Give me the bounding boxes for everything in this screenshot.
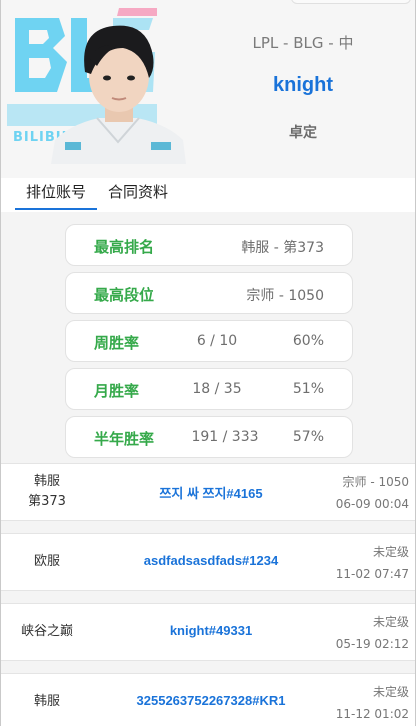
account-id-link[interactable]: asdfadsasdfads#1234	[93, 553, 329, 568]
account-server-name: 欧服	[33, 554, 60, 569]
account-tier: 未定级	[372, 545, 409, 559]
account-id-link[interactable]: 쯔지 싸 쯔지#4165	[93, 483, 329, 502]
stat-percent: 57%	[292, 429, 324, 445]
stat-record: 18 / 35	[192, 381, 242, 397]
player-info: LPL - BLG - 中 knight 卓定	[191, 0, 415, 178]
account-time: 05-19 02:12	[335, 637, 409, 651]
player-photo	[51, 25, 186, 164]
account-meta: 未定级 11-02 07:47	[319, 541, 409, 585]
account-server: 韩服	[1, 692, 93, 712]
tab-ranked-accounts[interactable]: 排位账号	[15, 178, 97, 210]
account-server-name: 峡谷之巅	[20, 624, 73, 639]
stat-card-highest-tier: 最高段位 宗师 - 1050	[65, 272, 353, 314]
account-tier: 宗师 - 1050	[342, 475, 410, 489]
stat-value: 宗师 - 1050	[246, 288, 324, 304]
stat-card-weekly-winrate: 周胜率 6 / 10 60%	[65, 320, 353, 362]
account-id-link[interactable]: 3255263752267328#KR1	[93, 693, 329, 708]
account-server-name: 韩服	[33, 694, 60, 709]
player-rank-status: 卓定	[289, 125, 317, 141]
account-server-rank: 第373	[28, 494, 66, 509]
stat-label: 最高段位	[94, 286, 155, 304]
account-row[interactable]: 欧服 asdfadsasdfads#1234 未定级 11-02 07:47	[1, 533, 415, 591]
account-server: 峡谷之巅	[1, 622, 93, 642]
account-time: 11-02 07:47	[335, 567, 409, 581]
account-time: 11-12 01:02	[335, 707, 409, 721]
stat-card-monthly-winrate: 月胜率 18 / 35 51%	[65, 368, 353, 410]
stat-label: 最高排名	[94, 238, 155, 256]
stat-percent: 51%	[292, 381, 324, 397]
tab-bar: 排位账号 合同资料	[1, 178, 415, 212]
stat-label: 月胜率	[94, 382, 140, 400]
account-meta: 未定级 11-12 01:02	[319, 681, 409, 725]
stat-card-half-year-winrate: 半年胜率 191 / 333 57%	[65, 416, 353, 458]
player-header: BILIBILI GAMING LPL - BLG - 中 knight 卓定	[1, 0, 415, 178]
account-server-name: 韩服	[33, 474, 60, 489]
stat-percent: 60%	[292, 333, 324, 349]
account-tier: 未定级	[372, 685, 409, 699]
tab-contract-info[interactable]: 合同资料	[101, 178, 175, 210]
account-time: 06-09 00:04	[335, 497, 409, 511]
league-team-role: LPL - BLG - 中	[252, 34, 354, 52]
account-row[interactable]: 峡谷之巅 knight#49331 未定级 05-19 02:12	[1, 603, 415, 661]
account-meta: 未定级 05-19 02:12	[319, 611, 409, 655]
account-id-link[interactable]: knight#49331	[93, 623, 329, 638]
account-tier: 未定级	[372, 615, 409, 629]
account-row[interactable]: 韩服 第373 쯔지 싸 쯔지#4165 宗师 - 1050 06-09 00:…	[1, 463, 415, 521]
account-meta: 宗师 - 1050 06-09 00:04	[319, 471, 409, 515]
stat-label: 周胜率	[94, 334, 140, 352]
stat-label: 半年胜率	[94, 430, 155, 448]
stat-value: 韩服 - 第373	[241, 240, 324, 256]
player-name: knight	[273, 74, 333, 96]
account-row[interactable]: 韩服 3255263752267328#KR1 未定级 11-12 01:02	[1, 673, 415, 726]
stat-card-highest-rank: 最高排名 韩服 - 第373	[65, 224, 353, 266]
stat-record: 6 / 10	[196, 333, 238, 349]
app-frame: BILIBILI GAMING LPL - BLG - 中 knight 卓定	[0, 0, 416, 726]
stat-record: 191 / 333	[191, 429, 259, 445]
account-server: 欧服	[1, 552, 93, 572]
account-server: 韩服 第373	[1, 472, 93, 512]
